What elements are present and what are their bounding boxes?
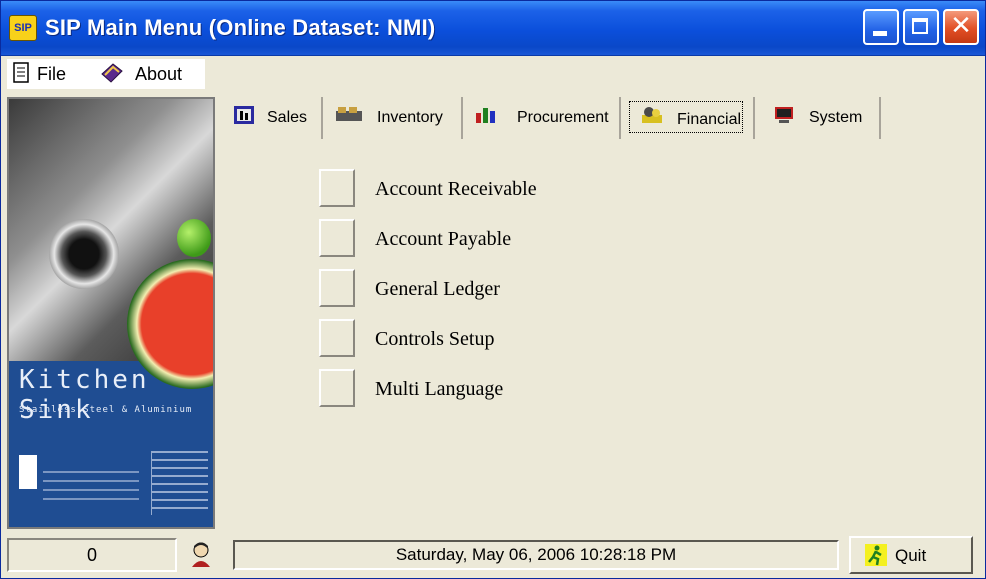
sink-drain — [49, 219, 119, 289]
close-icon: ✕ — [950, 11, 972, 41]
datetime-display: Saturday, May 06, 2006 10:28:18 PM — [233, 540, 839, 570]
cover-fineprint — [43, 471, 139, 501]
general-ledger-label: General Ledger — [375, 278, 500, 300]
tab-sales[interactable]: Sales — [221, 97, 323, 139]
close-button[interactable]: ✕ — [943, 9, 979, 45]
quit-label: Quit — [895, 546, 927, 565]
menu-bar: File About — [1, 56, 985, 92]
inventory-icon — [336, 107, 362, 121]
account-receivable-label: Account Receivable — [375, 178, 537, 200]
title-bar[interactable]: SIP SIP Main Menu (Online Dataset: NMI) … — [1, 1, 985, 56]
tab-procurement[interactable]: Procurement — [463, 97, 621, 139]
menu-group: File About — [7, 59, 205, 89]
controls-setup-button[interactable] — [319, 319, 355, 357]
procurement-icon — [476, 108, 495, 123]
tab-inventory[interactable]: Inventory — [323, 97, 463, 139]
cover-title: Kitchen Sink — [19, 365, 150, 425]
tab-financial[interactable]: Financial — [621, 97, 755, 139]
general-ledger-button[interactable] — [319, 269, 355, 307]
minimize-button[interactable] — [863, 9, 899, 45]
file-icon — [13, 62, 29, 83]
record-count: 0 — [7, 538, 177, 572]
window-title: SIP Main Menu (Online Dataset: NMI) — [45, 15, 436, 40]
menu-about[interactable]: About — [135, 64, 182, 85]
account-payable-label: Account Payable — [375, 228, 512, 250]
controls-setup-label: Controls Setup — [375, 328, 495, 350]
cover-text-block — [151, 451, 208, 515]
user-icon[interactable] — [189, 541, 213, 567]
tab-system[interactable]: System — [755, 97, 881, 139]
multi-language-button[interactable] — [319, 369, 355, 407]
about-icon — [101, 63, 123, 83]
quit-button[interactable]: Quit — [849, 536, 973, 574]
menu-file[interactable]: File — [37, 64, 66, 85]
running-man-icon — [865, 544, 887, 566]
financial-icon — [642, 107, 662, 123]
cover-subtitle: Stainless Steel & Aluminium — [19, 405, 193, 415]
module-tabs: Sales Inventory Procurement Financial Sy… — [221, 97, 891, 143]
account-receivable-button[interactable] — [319, 169, 355, 207]
company-logo — [19, 455, 37, 489]
sink-photo — [9, 99, 213, 389]
sales-icon — [234, 106, 254, 124]
account-payable-button[interactable] — [319, 219, 355, 257]
cover-image: Kitchen Sink Stainless Steel & Aluminium — [7, 97, 215, 529]
app-logo-icon[interactable]: SIP — [9, 15, 37, 41]
main-window: SIP SIP Main Menu (Online Dataset: NMI) … — [0, 0, 986, 579]
system-icon — [775, 107, 793, 123]
maximize-button[interactable] — [903, 9, 939, 45]
apple — [177, 219, 211, 257]
multi-language-label: Multi Language — [375, 378, 504, 400]
